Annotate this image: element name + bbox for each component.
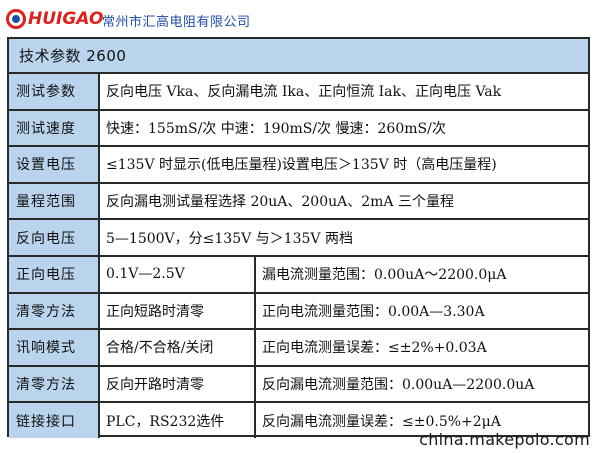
table-row: 测试参数 反向电压 Vka、反向漏电流 Ika、正向恒流 Iak、正向电压 Va… xyxy=(9,74,588,111)
row-label: 清零方法 xyxy=(9,291,100,331)
row-label: 量程范围 xyxy=(9,181,100,221)
row-value: 快速：155mS/次 中速：190mS/次 慢速：260mS/次 xyxy=(98,108,588,148)
row-value: 反向电压 Vka、反向漏电流 Ika、正向恒流 Iak、正向电压 Vak xyxy=(98,74,588,111)
header: HUIGAO 常州市汇高电阻有限公司 xyxy=(0,0,600,40)
row-value: 正向短路时清零 xyxy=(98,291,256,331)
table-row: 清零方法 正向短路时清零 正向电流测量范围：0.00A—3.30A xyxy=(9,291,588,331)
row-value: 合格/不合格/关闭 xyxy=(98,328,256,367)
row-label: 链接接口 xyxy=(9,401,100,438)
row-value-secondary: 漏电流测量范围：0.00uA～2200.0μA xyxy=(254,254,588,294)
table-row: 反向电压 5—1500V，分≤135V 与＞135V 两档 xyxy=(9,218,588,257)
row-label: 正向电压 xyxy=(9,254,100,294)
logo-icon xyxy=(6,9,26,29)
row-label: 测试参数 xyxy=(9,74,100,111)
table-title: 技术参数 2600 xyxy=(9,39,588,74)
company-logo: HUIGAO xyxy=(6,8,103,30)
spec-table: 测试参数 反向电压 Vka、反向漏电流 Ika、正向恒流 Iak、正向电压 Va… xyxy=(9,74,588,438)
table-row: 设置电压 ≤135V 时显示(低电压量程)设置电压＞135V 时（高电压量程) xyxy=(9,145,588,184)
source-watermark: china.makepolo.com xyxy=(419,430,590,449)
table-row: 清零方法 反向开路时清零 反向漏电流测量范围：0.00uA—2200.0uA xyxy=(9,364,588,404)
row-label: 讯响模式 xyxy=(9,328,100,367)
row-label: 设置电压 xyxy=(9,145,100,184)
row-value: ≤135V 时显示(低电压量程)设置电压＞135V 时（高电压量程) xyxy=(98,145,588,184)
table-row: 量程范围 反向漏电测试量程选择 20uA、200uA、2mA 三个量程 xyxy=(9,181,588,221)
row-value: 0.1V—2.5V xyxy=(98,254,256,294)
row-value-secondary: 正向电流测量范围：0.00A—3.30A xyxy=(254,291,588,331)
table-row: 正向电压 0.1V—2.5V 漏电流测量范围：0.00uA～2200.0μA xyxy=(9,254,588,294)
company-name: 常州市汇高电阻有限公司 xyxy=(102,15,251,30)
row-label: 测试速度 xyxy=(9,108,100,148)
row-value-secondary: 反向漏电流测量范围：0.00uA—2200.0uA xyxy=(254,364,588,404)
table-row: 讯响模式 合格/不合格/关闭 正向电流测量误差：≤±2%+0.03A xyxy=(9,328,588,367)
row-label: 清零方法 xyxy=(9,364,100,404)
row-value: 5—1500V，分≤135V 与＞135V 两档 xyxy=(98,218,588,257)
row-value: PLC，RS232选件 xyxy=(98,401,256,438)
row-value-secondary: 正向电流测量误差：≤±2%+0.03A xyxy=(254,328,588,367)
row-value: 反向漏电测试量程选择 20uA、200uA、2mA 三个量程 xyxy=(98,181,588,221)
spec-panel: 技术参数 2600 测试参数 反向电压 Vka、反向漏电流 Ika、正向恒流 I… xyxy=(7,37,590,438)
logo-text: HUIGAO xyxy=(28,9,104,29)
table-row: 测试速度 快速：155mS/次 中速：190mS/次 慢速：260mS/次 xyxy=(9,108,588,148)
row-value: 反向开路时清零 xyxy=(98,364,256,404)
row-label: 反向电压 xyxy=(9,218,100,257)
